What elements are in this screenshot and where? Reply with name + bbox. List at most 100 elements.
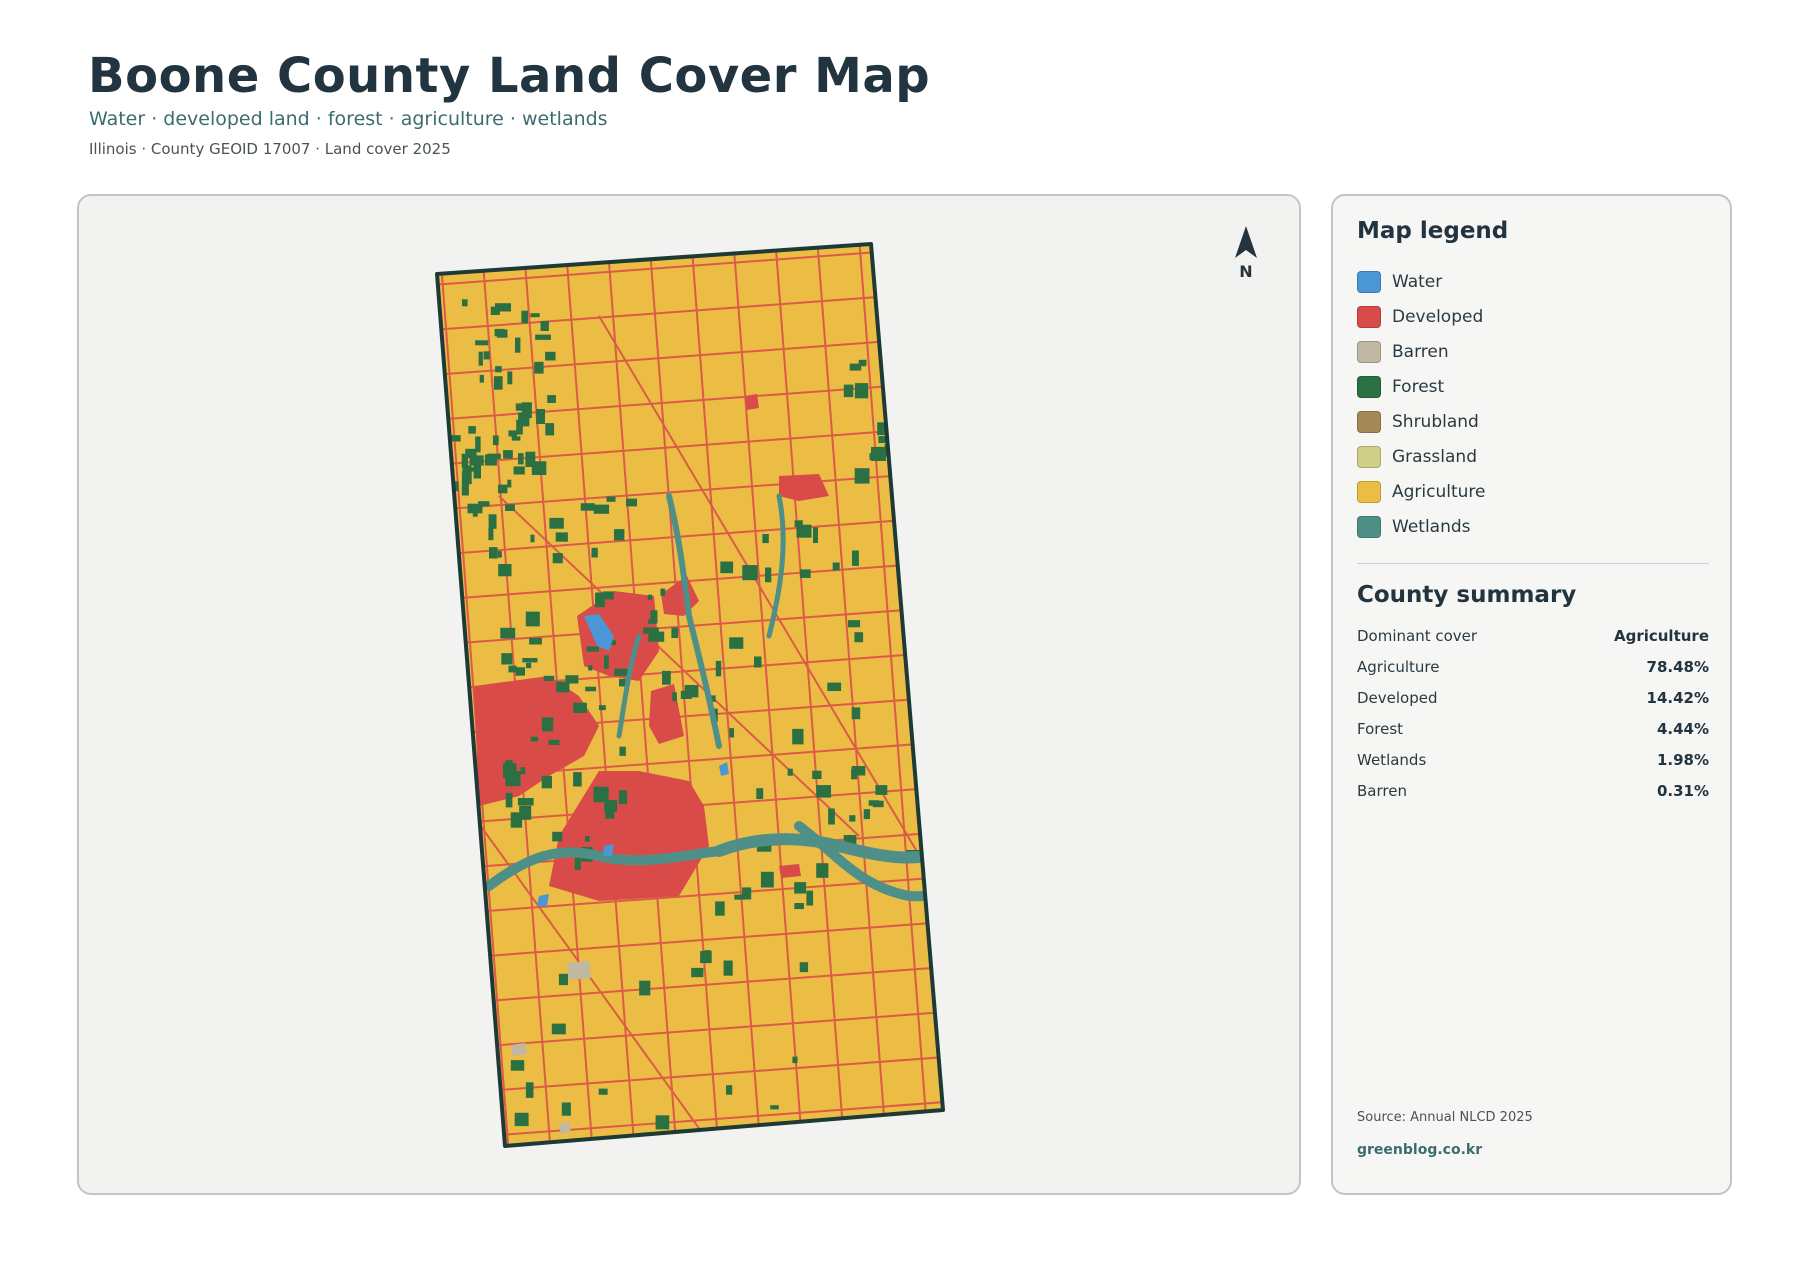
forest-patch [573,772,582,787]
page-subtitle: Water · developed land · forest · agricu… [89,108,608,130]
forest-patch [511,436,521,441]
forest-patch [760,871,774,888]
forest-patch [729,728,734,738]
forest-patch [604,800,618,812]
county-map[interactable] [79,196,1301,1195]
forest-patch [555,532,568,542]
forest-patch [832,562,840,571]
forest-patch [585,686,596,692]
summary-row: Dominant cover Agriculture [1357,620,1709,651]
forest-patch [507,479,512,488]
forest-patch [794,903,804,910]
forest-patch [556,681,570,693]
forest-patch [508,430,517,437]
forest-patch [588,665,593,671]
forest-patch [889,432,901,448]
forest-patch [487,453,501,460]
legend-item-shrubland: Shrubland [1357,404,1707,439]
legend-label: Shrubland [1392,411,1479,432]
forest-patch [534,361,544,374]
forest-patch [762,534,769,544]
legend-item-grassland: Grassland [1357,439,1707,474]
site-link[interactable]: greenblog.co.kr [1357,1142,1482,1158]
forest-patch [535,334,551,340]
forest-patch [765,567,772,583]
forest-patch [849,815,856,822]
forest-patch [852,550,859,566]
summary-label: Dominant cover [1357,626,1478,645]
forest-patch [598,1088,608,1095]
forest-patch [505,771,521,787]
forest-patch [490,306,500,315]
forest-patch [498,564,512,577]
forest-patch [799,962,809,973]
forest-patch [843,384,854,398]
forest-patch [573,702,587,713]
forest-patch [501,653,513,665]
forest-patch [507,371,513,385]
forest-patch [780,1129,790,1145]
forest-patch [488,514,497,529]
legend-item-forest: Forest [1357,369,1707,404]
forest-patch [799,569,811,578]
forest-patch [806,890,814,906]
forest-patch [518,453,524,465]
forest-patch [551,1023,566,1035]
forest-patch [496,329,508,338]
summary-label: Forest [1357,719,1404,738]
forest-patch [585,835,590,842]
summary-label: Agriculture [1357,657,1440,676]
forest-patch [872,800,884,808]
forest-patch [619,746,626,756]
forest-patch [715,901,725,916]
forest-patch [545,423,555,436]
forest-patch [848,620,861,628]
forest-patch [500,627,516,639]
forest-patch [851,707,861,720]
forest-patch [787,768,793,776]
forest-patch [479,374,484,383]
legend-list: Water Developed Barren Forest Shrubland … [1357,264,1707,544]
summary-value: Agriculture [1613,626,1709,645]
summary-label: Barren [1357,781,1407,800]
forest-patch [505,792,513,808]
side-panel: Map legend Water Developed Barren Forest… [1331,194,1732,1195]
page-title: Boone County Land Cover Map [88,48,931,104]
forest-patch [530,313,540,318]
water-swatch [1357,270,1381,293]
forest-patch [680,690,692,699]
forest-patch [816,785,831,798]
forest-patch [525,611,540,627]
summary-value: 4.44% [1656,719,1709,738]
forest-patch [530,534,535,543]
forest-patch [598,705,606,711]
developed-swatch [1357,305,1381,328]
forest-patch [462,299,468,307]
forest-patch [492,435,499,446]
forest-patch [639,980,651,996]
legend-item-barren: Barren [1357,334,1707,369]
forest-patch [792,1056,798,1064]
summary-value: 0.31% [1656,781,1709,800]
forest-patch [754,656,762,668]
divider [1357,563,1709,564]
forest-patch [660,588,666,596]
map-panel[interactable] [77,194,1301,1195]
legend-title: Map legend [1357,218,1509,244]
forest-patch [593,786,609,803]
forest-patch [515,667,525,676]
forest-patch [586,646,599,652]
summary-title: County summary [1357,582,1577,608]
legend-label: Forest [1392,376,1445,397]
forest-patch [514,1112,529,1127]
forest-patch [813,527,818,543]
summary-row: Barren 0.31% [1357,775,1709,806]
forest-patch [854,468,870,484]
forest-patch [794,882,807,894]
forest-patch [515,337,521,353]
legend-label: Grassland [1392,446,1477,467]
forest-patch [854,632,864,643]
forest-patch [525,451,536,467]
forest-patch [729,637,744,649]
forest-patch [547,395,556,403]
